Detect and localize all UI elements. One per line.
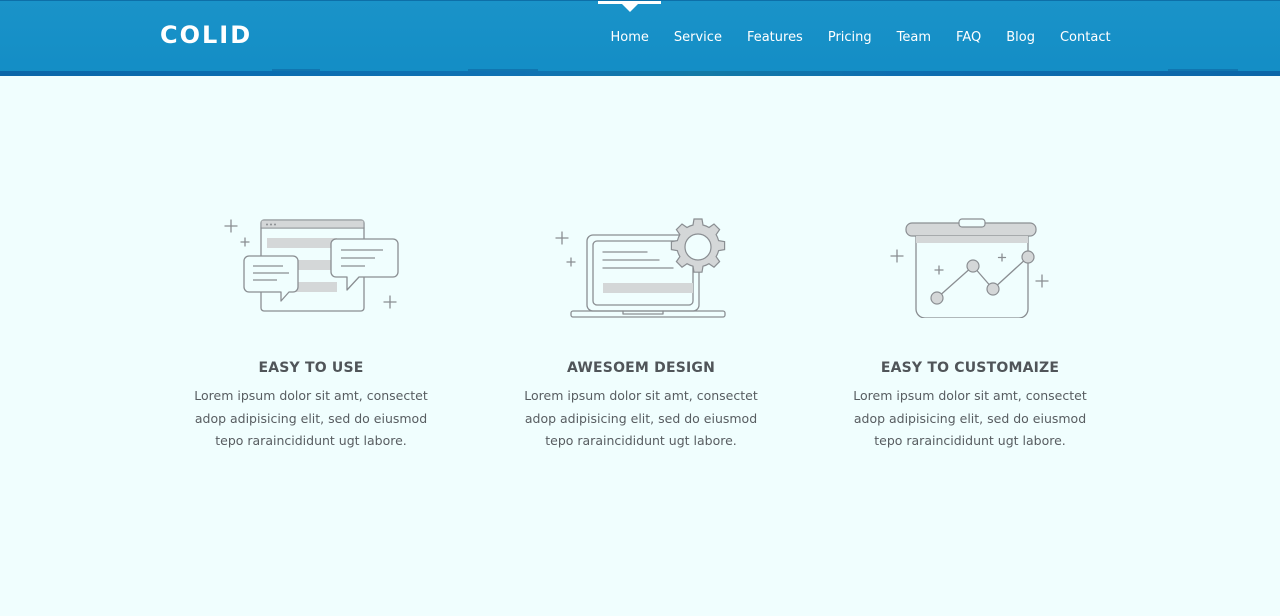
feature-card-easy-to-use: EASY TO USE Lorem ipsum dolor sit amt, c… [181, 208, 441, 453]
features-section: EASY TO USE Lorem ipsum dolor sit amt, c… [0, 76, 1280, 616]
nav-item-faq[interactable]: FAQ [944, 1, 994, 73]
nav-item-pricing[interactable]: Pricing [815, 1, 884, 73]
feature-title: AWESOEM DESIGN [566, 360, 716, 376]
nav-item-features[interactable]: Features [734, 1, 815, 73]
laptop-gear-icon [555, 218, 726, 318]
nav-item-home[interactable]: Home [598, 1, 662, 73]
feature-description: Lorem ipsum dolor sit amt, consectet ado… [181, 385, 441, 453]
nav-item-service[interactable]: Service [661, 1, 734, 73]
navbar-stripe-accent [1168, 69, 1238, 71]
navbar-stripe-accent [468, 69, 538, 71]
navbar: COLID Home Service Features Pricing Team… [0, 0, 1280, 76]
nav-item-blog[interactable]: Blog [994, 1, 1048, 73]
chat-window-icon [224, 219, 399, 312]
feature-description-line: adop adipisicing elit, sed do eiusmod [853, 410, 1087, 426]
navbar-stripe-accent [272, 69, 320, 71]
feature-description-line: tepo raraincididunt ugt labore. [545, 433, 737, 448]
feature-description-line: adop adipisicing elit, sed do eiusmod [524, 410, 758, 426]
feature-description-line: adop adipisicing elit, sed do eiusmod [194, 410, 428, 426]
feature-card-awesome-design: AWESOEM DESIGN Lorem ipsum dolor sit amt… [511, 208, 771, 453]
nav-item-team[interactable]: Team [884, 1, 943, 73]
main-nav: Home Service Features Pricing Team FAQ B… [598, 1, 1123, 73]
feature-card-easy-to-customize: EASY TO CUSTOMAIZE Lorem ipsum dolor sit… [840, 208, 1100, 453]
feature-description: Lorem ipsum dolor sit amt, consectet ado… [511, 385, 771, 453]
logo[interactable]: COLID [160, 21, 252, 49]
feature-title: EASY TO USE [258, 360, 364, 376]
feature-description-line: tepo raraincididunt ugt labore. [874, 433, 1066, 448]
feature-description-line: Lorem ipsum dolor sit amt, consectet [524, 388, 758, 403]
nav-item-contact[interactable]: Contact [1047, 1, 1123, 73]
presentation-chart-icon [890, 218, 1049, 318]
feature-description-line: tepo raraincididunt ugt labore. [215, 433, 407, 448]
feature-description-line: Lorem ipsum dolor sit amt, consectet [853, 388, 1087, 403]
feature-description: Lorem ipsum dolor sit amt, consectet ado… [840, 385, 1100, 453]
feature-title: EASY TO CUSTOMAIZE [880, 360, 1060, 376]
feature-description-line: Lorem ipsum dolor sit amt, consectet [194, 388, 428, 403]
